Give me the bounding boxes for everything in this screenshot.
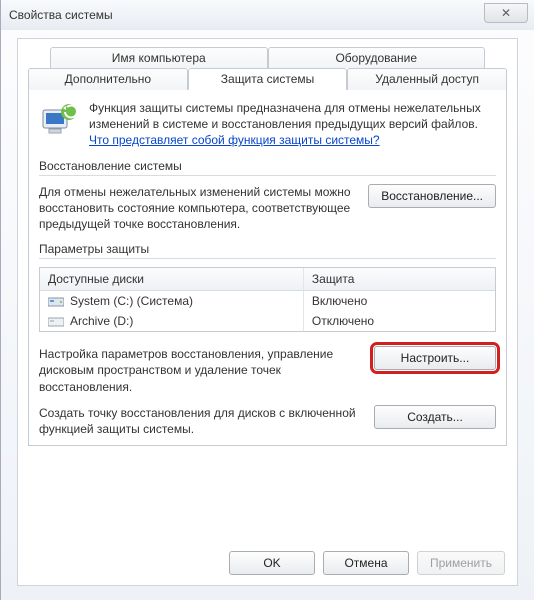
table-row[interactable]: Archive (D:) Отключено — [40, 311, 495, 331]
system-restore-legend: Восстановление системы — [39, 159, 496, 173]
system-restore-desc: Для отмены нежелательных изменений систе… — [39, 184, 358, 233]
drives-table: Доступные диски Защита System (C:) (Сист… — [39, 267, 496, 332]
cancel-button[interactable]: Отмена — [323, 551, 409, 575]
system-restore-group: Восстановление системы Для отмены нежела… — [39, 159, 496, 233]
drives-table-header: Доступные диски Защита — [40, 268, 495, 291]
configure-desc: Настройка параметров восстановления, упр… — [39, 346, 364, 395]
drive-status: Отключено — [304, 311, 495, 331]
divider — [39, 175, 496, 176]
apply-button[interactable]: Применить — [417, 551, 505, 575]
drive-system-icon — [48, 295, 64, 307]
tab-page: Функция защиты системы предназначена для… — [28, 90, 507, 446]
drive-icon — [48, 315, 64, 327]
column-protection[interactable]: Защита — [304, 268, 495, 290]
tab-remote[interactable]: Удаленный доступ — [347, 68, 507, 90]
drives-table-body: System (C:) (Система) Включено Archive (… — [40, 291, 495, 331]
drive-name: Archive (D:) — [70, 314, 133, 328]
window-title: Свойства системы — [9, 8, 113, 22]
tabs-front-row: Дополнительно Защита системы Удаленный д… — [28, 68, 507, 90]
help-link[interactable]: Что представляет собой функция защиты си… — [89, 133, 380, 147]
table-row[interactable]: System (C:) (Система) Включено — [40, 291, 495, 311]
drive-name: System (C:) (Система) — [70, 294, 193, 308]
tabs-back-row: Имя компьютера Оборудование — [50, 47, 485, 68]
intro-text: Функция защиты системы предназначена для… — [89, 100, 496, 149]
client-area: Имя компьютера Оборудование Дополнительн… — [17, 38, 518, 586]
create-button[interactable]: Создать... — [374, 405, 496, 429]
divider — [39, 258, 496, 259]
ok-button[interactable]: OK — [229, 551, 315, 575]
create-desc: Создать точку восстановления для дисков … — [39, 405, 364, 437]
tab-advanced[interactable]: Дополнительно — [28, 68, 188, 90]
intro-text-body: Функция защиты системы предназначена для… — [89, 101, 481, 131]
tab-system-protection[interactable]: Защита системы — [188, 68, 348, 90]
tab-hardware[interactable]: Оборудование — [268, 47, 486, 68]
dialog-footer: OK Отмена Применить — [18, 551, 517, 575]
system-protection-icon — [39, 100, 79, 140]
titlebar: Свойства системы ✕ — [1, 0, 534, 30]
drive-status: Включено — [304, 291, 495, 311]
protection-settings-group: Параметры защиты Доступные диски Защита — [39, 242, 496, 437]
close-button[interactable]: ✕ — [484, 3, 528, 23]
column-drives[interactable]: Доступные диски — [40, 268, 304, 290]
tab-computer-name[interactable]: Имя компьютера — [50, 47, 268, 68]
protection-settings-legend: Параметры защиты — [39, 242, 496, 256]
system-restore-button[interactable]: Восстановление... — [368, 184, 496, 208]
close-icon: ✕ — [501, 6, 511, 20]
configure-button[interactable]: Настроить... — [374, 346, 496, 370]
intro-block: Функция защиты системы предназначена для… — [39, 100, 496, 149]
system-properties-window: Свойства системы ✕ Имя компьютера Оборуд… — [0, 0, 534, 600]
